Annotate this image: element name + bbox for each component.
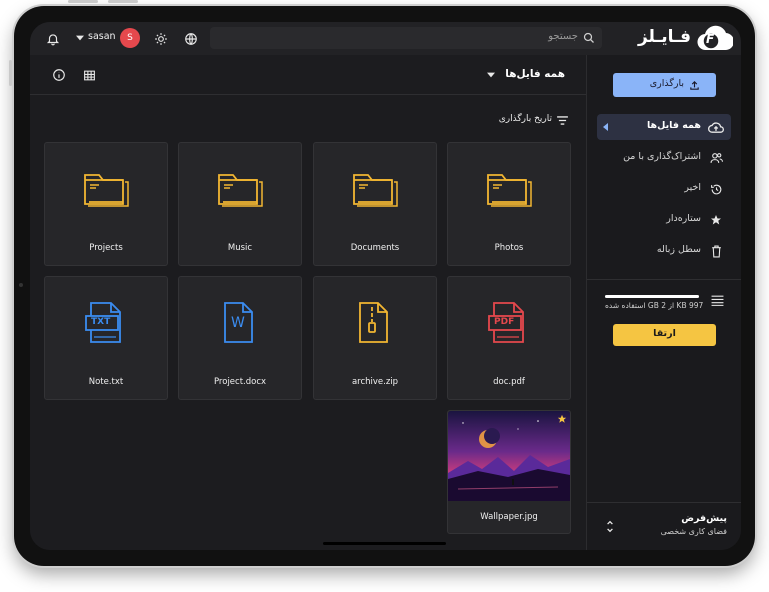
- info-icon[interactable]: [51, 67, 67, 83]
- starred-icon[interactable]: [557, 414, 567, 424]
- file-card-archive-zip[interactable]: archive.zip: [313, 276, 437, 400]
- file-card-photos[interactable]: Photos: [447, 142, 571, 266]
- workspace-switcher[interactable]: پیش‌فرض فضای کاری شخصی: [587, 510, 741, 542]
- file-card-doc-pdf[interactable]: PDF doc.pdf: [447, 276, 571, 400]
- folder-dropdown[interactable]: همه فایل‌ها: [485, 66, 585, 84]
- file-card-wallpaper-jpg[interactable]: Wallpaper.jpg: [447, 410, 571, 534]
- sidebar-item-recent[interactable]: اخیر: [597, 176, 731, 202]
- storage-text: 997 KB از 2 GB استفاده شده: [605, 301, 704, 310]
- folder-icon: [217, 171, 263, 211]
- search-input[interactable]: جستجو: [548, 31, 578, 42]
- file-name: Documents: [350, 243, 400, 253]
- chevron-down-icon: [76, 34, 84, 42]
- sidebar-item-starred[interactable]: ستاره‌دار: [597, 207, 731, 233]
- workspace-subtitle: فضای کاری شخصی: [660, 527, 727, 536]
- app-logo-text: فـایـلز: [637, 27, 691, 47]
- search-box[interactable]: جستجو: [210, 27, 602, 49]
- tablet-top-button: [68, 0, 98, 3]
- search-icon: [582, 31, 596, 45]
- main-content: همه فایل‌ها تاریخ بارگذاری Projects Musi…: [30, 55, 586, 550]
- grid-view-icon[interactable]: [81, 67, 97, 83]
- file-name: Photos: [494, 243, 524, 253]
- logo-letter: F: [706, 32, 715, 46]
- docx-file-icon: W: [221, 301, 257, 349]
- file-name: Wallpaper.jpg: [480, 512, 538, 522]
- app-screen: sasan S جستجو فـایـلز F: [30, 22, 741, 550]
- storage-bar: [605, 295, 699, 298]
- sidebar-item-all-files[interactable]: همه فایل‌ها: [597, 114, 731, 140]
- chevron-up-down-icon: [605, 518, 615, 534]
- star-icon: [709, 213, 723, 227]
- tablet-top-button: [108, 0, 138, 3]
- tablet-side-button: [9, 60, 12, 86]
- file-name: Note.txt: [88, 377, 124, 387]
- sidebar-divider: [587, 279, 741, 280]
- camera-dot: [19, 283, 23, 287]
- sidebar-item-label: همه فایل‌ها: [646, 120, 701, 131]
- top-bar: sasan S جستجو فـایـلز F: [30, 22, 741, 56]
- theme-toggle-sun-icon[interactable]: [152, 30, 169, 47]
- workspace-divider: [587, 502, 741, 503]
- sidebar-item-label: اشتراک‌گذاری با من: [623, 151, 701, 162]
- upload-button[interactable]: بارگذاری: [613, 73, 716, 97]
- txt-file-icon: TXT: [85, 301, 127, 349]
- sidebar-item-label: سطل زباله: [656, 244, 701, 255]
- txt-badge: TXT: [91, 317, 111, 327]
- sidebar-item-label: ستاره‌دار: [666, 213, 701, 224]
- people-icon: [709, 151, 723, 165]
- language-globe-icon[interactable]: [182, 30, 199, 47]
- file-name: doc.pdf: [493, 377, 525, 387]
- file-card-projects[interactable]: Projects: [44, 142, 168, 266]
- folder-icon: [352, 171, 398, 211]
- storage-bar-fill: [605, 295, 699, 298]
- avatar: S: [120, 28, 140, 48]
- upload-label: بارگذاری: [649, 78, 684, 89]
- storage-icon: [710, 294, 724, 306]
- trash-icon: [709, 244, 723, 258]
- sidebar-item-label: اخیر: [684, 182, 701, 193]
- pdf-badge: PDF: [494, 317, 515, 327]
- pdf-file-icon: PDF: [488, 301, 530, 349]
- sidebar-item-trash[interactable]: سطل زباله: [597, 238, 731, 264]
- user-name: sasan: [88, 31, 116, 42]
- file-name: Music: [227, 243, 253, 253]
- folder-icon: [83, 171, 129, 211]
- file-card-music[interactable]: Music: [178, 142, 302, 266]
- history-icon: [709, 182, 723, 196]
- chevron-down-icon: [487, 72, 495, 78]
- file-card-project-docx[interactable]: W Project.docx: [178, 276, 302, 400]
- sort-icon: [556, 114, 568, 126]
- file-name: Project.docx: [213, 377, 267, 387]
- home-indicator: [323, 542, 446, 545]
- file-card-documents[interactable]: Documents: [313, 142, 437, 266]
- chevron-left-icon: [602, 123, 608, 131]
- wallpaper-thumbnail: [448, 411, 570, 501]
- sidebar: بارگذاری همه فایل‌ها اشتراک‌گذاری با من …: [586, 55, 741, 550]
- file-name: Projects: [89, 243, 123, 253]
- zip-file-icon: [356, 301, 392, 349]
- sidebar-item-shared[interactable]: اشتراک‌گذاری با من: [597, 145, 731, 171]
- docx-badge: W: [231, 315, 245, 331]
- sort-button[interactable]: تاریخ بارگذاری: [490, 112, 568, 128]
- bell-icon[interactable]: [44, 30, 61, 47]
- folder-icon: [486, 171, 532, 211]
- file-card-note-txt[interactable]: TXT Note.txt: [44, 276, 168, 400]
- toolbar-divider: [30, 94, 586, 95]
- file-name: archive.zip: [351, 377, 399, 387]
- app-logo-icon: F: [697, 25, 735, 52]
- upgrade-label: ارتقا: [653, 328, 676, 339]
- cloud-upload-icon: [707, 119, 725, 135]
- upgrade-button[interactable]: ارتقا: [613, 324, 716, 346]
- user-menu[interactable]: sasan S: [76, 28, 142, 48]
- workspace-name: پیش‌فرض: [681, 513, 727, 524]
- current-folder-title: همه فایل‌ها: [505, 68, 565, 80]
- sort-label: تاریخ بارگذاری: [498, 114, 552, 124]
- upload-icon: [688, 79, 700, 91]
